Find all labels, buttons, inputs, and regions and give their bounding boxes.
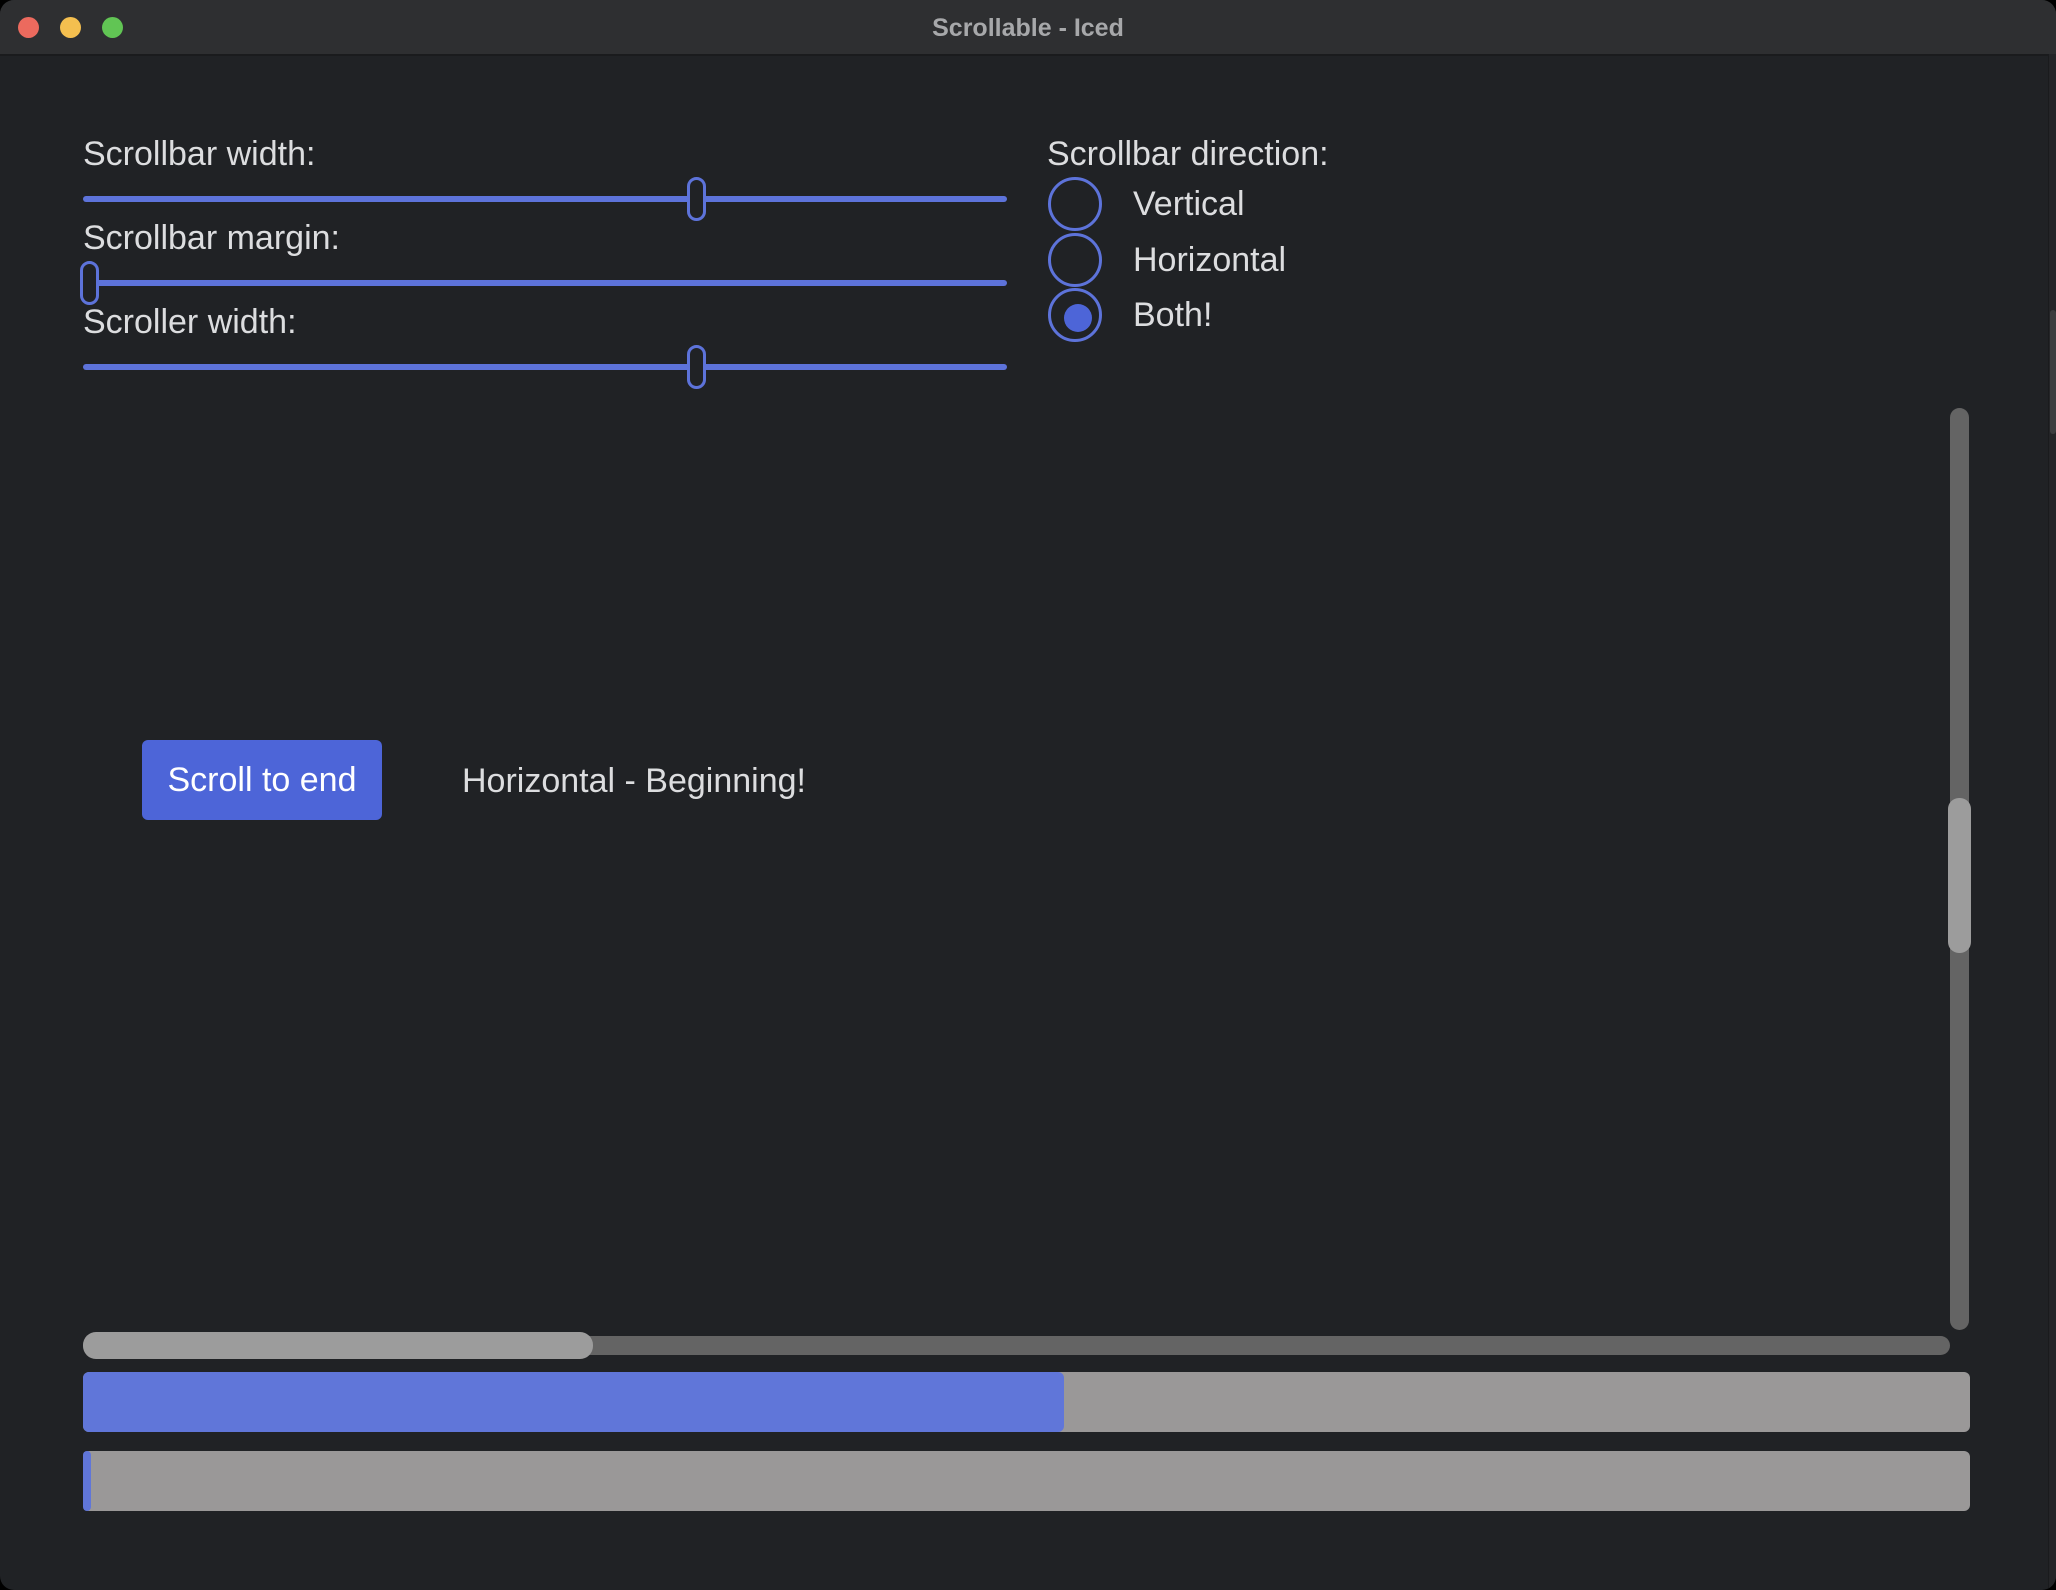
scroll-status-text: Horizontal - Beginning! [462, 761, 806, 801]
scroller-width-label: Scroller width: [83, 302, 297, 342]
radio-option-both[interactable]: Both! [1048, 288, 1468, 342]
scroll-to-end-button[interactable]: Scroll to end [142, 740, 382, 820]
window-edge-scrollbar [2048, 54, 2056, 1590]
scrollbar-margin-label: Scrollbar margin: [83, 218, 340, 258]
titlebar[interactable]: Scrollable - Iced [0, 0, 2056, 56]
scrollbar-width-label: Scrollbar width: [83, 134, 315, 174]
radio-option-vertical[interactable]: Vertical [1048, 177, 1468, 231]
slider-handle[interactable] [687, 345, 706, 389]
radio-label[interactable]: Vertical [1133, 184, 1245, 224]
vertical-scrollbar-thumb[interactable] [1948, 798, 1971, 953]
scroller-width-slider[interactable] [83, 345, 1007, 389]
progress-fill [83, 1372, 1064, 1432]
vertical-scrollbar-track[interactable] [1950, 408, 1969, 1330]
radio-dot-icon [1064, 304, 1092, 332]
slider-handle[interactable] [687, 177, 706, 221]
radio-option-horizontal[interactable]: Horizontal [1048, 233, 1468, 287]
window-edge-scrollbar-thumb[interactable] [2050, 310, 2056, 434]
progress-fill [83, 1451, 91, 1511]
app-window: Scrollable - Iced Scrollbar width: Scrol… [0, 0, 2056, 1590]
radio-circle-icon[interactable] [1048, 288, 1102, 342]
slider-handle[interactable] [80, 261, 99, 305]
slider-rail[interactable] [83, 364, 1007, 370]
radio-circle-icon[interactable] [1048, 177, 1102, 231]
vertical-progress-bar [83, 1451, 1970, 1511]
scrollbar-margin-slider[interactable] [83, 261, 1007, 305]
scrollbar-direction-label: Scrollbar direction: [1047, 134, 1329, 174]
radio-circle-icon[interactable] [1048, 233, 1102, 287]
window-title: Scrollable - Iced [0, 0, 2056, 54]
horizontal-progress-bar [83, 1372, 1970, 1432]
horizontal-scrollbar-thumb[interactable] [83, 1332, 593, 1359]
radio-label[interactable]: Both! [1133, 295, 1212, 335]
scrollbar-width-slider[interactable] [83, 177, 1007, 221]
radio-label[interactable]: Horizontal [1133, 240, 1286, 280]
slider-rail[interactable] [83, 280, 1007, 286]
slider-rail[interactable] [83, 196, 1007, 202]
horizontal-scrollbar-track[interactable] [83, 1336, 1950, 1355]
